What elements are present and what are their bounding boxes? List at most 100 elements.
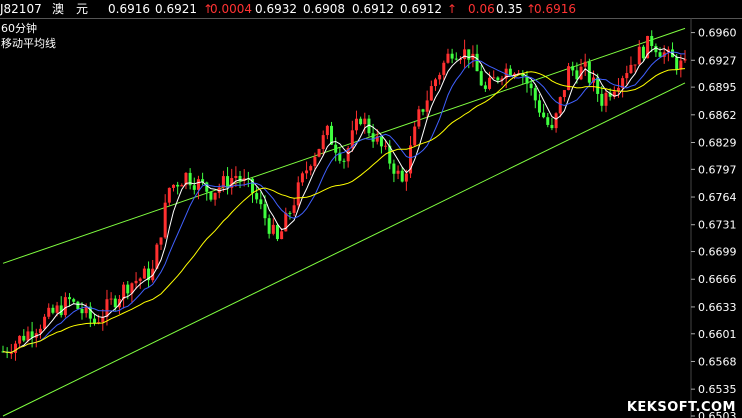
candle-body: [22, 335, 26, 341]
candle-body: [76, 301, 80, 309]
candle-body: [546, 117, 550, 125]
pct-value: 0.35: [496, 2, 523, 16]
open-price: 0.6912: [352, 2, 394, 16]
candle-body: [9, 352, 13, 354]
arrow-up-icon: ↑: [447, 2, 458, 16]
symbol-code: J82107: [0, 2, 42, 16]
candle-body: [371, 133, 375, 142]
candle-body: [300, 173, 304, 183]
y-tick-label: 0.6895: [698, 81, 737, 94]
candle-body: [142, 268, 146, 279]
candle-body: [508, 68, 512, 76]
candle-body: [321, 135, 325, 149]
candle-body: [167, 187, 171, 203]
candle-body: [550, 124, 554, 129]
y-tick-label: 0.6862: [698, 109, 737, 122]
candle-body: [442, 62, 446, 75]
candle-body: [334, 144, 338, 153]
candle-body: [80, 308, 84, 314]
candle-body: [629, 64, 633, 74]
candle-body: [84, 306, 88, 314]
candle-body: [342, 160, 346, 162]
candle-body: [109, 298, 113, 300]
candle-body: [159, 237, 163, 245]
candle-body: [13, 343, 17, 353]
candle-body: [562, 90, 566, 98]
candle-body: [400, 170, 404, 182]
ma-mid-line: [2, 68, 686, 354]
candle-body: [575, 70, 579, 80]
bid-price: 0.6916: [108, 2, 150, 16]
candle-body: [467, 49, 471, 60]
candle-body: [675, 57, 679, 70]
candle-body: [683, 59, 687, 61]
candle-body: [384, 145, 388, 147]
y-tick-label: 0.6927: [698, 54, 737, 67]
candle-body: [542, 112, 546, 118]
low-price: 0.6908: [303, 2, 345, 16]
price-chart: 0.6960 0.6927 0.6895 0.6862 0.6829 0.6797 0.67…: [1, 18, 737, 418]
candle-body: [479, 71, 483, 86]
candle-body: [571, 66, 575, 71]
candle-body: [180, 185, 184, 187]
candle-body: [537, 100, 541, 113]
candle-body: [363, 118, 367, 125]
candle-body: [205, 182, 209, 192]
candle-body: [213, 192, 217, 200]
y-axis-ticks: 0.6960 0.6927 0.6895 0.6862 0.6829 0.6797 0.67…: [691, 27, 737, 418]
candle-body: [679, 60, 683, 70]
candle-body: [263, 204, 267, 219]
ask-price: 0.6921: [155, 2, 197, 16]
candle-body: [259, 199, 263, 205]
candle-body: [26, 331, 30, 341]
candle-body: [633, 64, 637, 66]
candle-body: [209, 191, 213, 200]
quote-bar: J82107 澳 元 0.6916 0.6921 ↑ 0.0004 0.6932…: [0, 0, 742, 19]
candle-body: [533, 88, 537, 101]
watermark-logo: KEKSOFT.COM: [626, 400, 736, 415]
candle-body: [134, 280, 138, 284]
pct-change: 0.06: [468, 2, 495, 16]
candle-body: [47, 307, 51, 317]
candle-body: [288, 212, 292, 214]
candle-body: [558, 97, 562, 114]
current-price: 0.6916: [534, 2, 576, 16]
y-tick-label: 0.6797: [698, 163, 737, 176]
candle-body: [18, 335, 22, 344]
candle-body: [163, 202, 167, 238]
candle-body: [379, 136, 383, 147]
candle-body: [417, 109, 421, 127]
candle-body: [325, 125, 329, 136]
candle-body: [359, 118, 363, 125]
candle-body: [650, 35, 654, 47]
trendline-layer: [2, 27, 686, 417]
candle-body: [475, 53, 479, 72]
candle-body: [496, 77, 500, 81]
candle-body: [105, 299, 109, 317]
candle-body: [433, 79, 437, 87]
candle-body: [596, 77, 600, 94]
candle-body: [255, 193, 259, 200]
high-price: 0.6932: [255, 2, 297, 16]
y-tick-label: 0.6568: [698, 355, 737, 368]
candle-body: [654, 46, 658, 53]
candle-body: [138, 278, 142, 281]
candle-body: [488, 77, 492, 89]
candle-body: [43, 316, 47, 329]
candle-body: [305, 170, 309, 174]
candle-body: [51, 307, 55, 313]
candle-body: [226, 176, 230, 188]
candle-body: [392, 163, 396, 174]
last-price: 0.6912: [400, 2, 442, 16]
candle-body: [192, 185, 196, 190]
candle-body: [641, 46, 645, 59]
candle-body: [425, 100, 429, 112]
y-tick-label: 0.6960: [698, 27, 737, 40]
candle-body: [600, 93, 604, 106]
candle-body: [658, 52, 662, 57]
candle-body: [271, 224, 275, 234]
candle-body: [234, 175, 238, 179]
candle-body: [113, 298, 117, 308]
candle-body: [292, 205, 296, 213]
candle-body: [404, 173, 408, 182]
